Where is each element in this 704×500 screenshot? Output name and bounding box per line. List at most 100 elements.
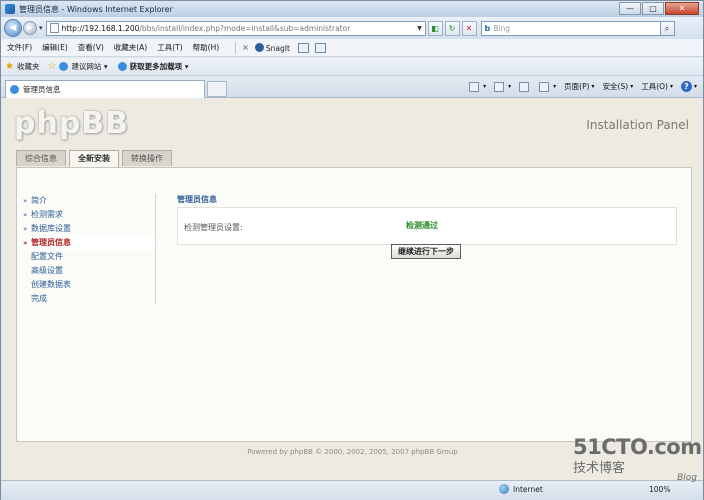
address-bar: ◀ ▶ ▾ http://192.168.1.200/bbs/install/i… <box>1 17 703 39</box>
mail-button[interactable] <box>519 81 531 92</box>
snagit-icon <box>254 42 264 52</box>
step-requirements[interactable]: 检测需求 <box>23 208 155 222</box>
suggested-sites[interactable]: 建议网站 ▾ <box>59 61 108 72</box>
refresh-icon[interactable]: ↻ <box>444 20 460 36</box>
step-config-file: 配置文件 <box>31 252 63 261</box>
ie-window: 管理员信息 - Windows Internet Explorer — □ ✕ … <box>0 0 704 500</box>
zoom-level[interactable]: 100% <box>649 485 670 494</box>
url-dropdown-icon[interactable]: ▼ <box>415 25 425 32</box>
menu-bar: 文件(F) 编辑(E) 查看(V) 收藏夹(A) 工具(T) 帮助(H) × S… <box>1 39 703 57</box>
help-icon: ? <box>680 81 692 92</box>
mail-icon <box>519 81 530 92</box>
status-bar: Internet 100% <box>1 480 703 500</box>
snagit-button[interactable]: SnagIt <box>254 42 290 53</box>
minimize-button[interactable]: — <box>619 2 641 15</box>
favorites-bar: ★ 收藏夹 ☆ 建议网站 ▾ 获取更多加载项 ▾ <box>1 58 703 76</box>
command-bar: ▾ ▾ ▾ 页面(P) ▾ 安全(S) ▾ 工具(O) ▾ ? ▾ <box>461 81 697 92</box>
help-menu[interactable]: ? ▾ <box>680 81 697 92</box>
home-button[interactable]: ▾ <box>469 81 486 92</box>
page-content: phpBB Installation Panel 综合信息 全新安装 转换操作 … <box>2 98 703 480</box>
menu-edit[interactable]: 编辑(E) <box>42 42 68 53</box>
tab-ie-icon <box>10 85 19 94</box>
globe-icon <box>499 484 509 494</box>
stop-icon[interactable]: ✕ <box>461 20 477 36</box>
suggested-sites-label: 建议网站 ▾ <box>71 62 108 71</box>
window-controls: — □ ✕ <box>618 2 699 15</box>
search-placeholder: Bing <box>493 23 510 33</box>
ie-icon <box>59 62 69 71</box>
install-nav-tabs: 综合信息 全新安装 转换操作 <box>16 150 175 167</box>
home-icon <box>469 81 480 92</box>
tab-row: 管理员信息 ▾ ▾ ▾ 页面(P) ▾ 安全(S) ▾ 工具(O) ▾ ? ▾ <box>1 77 703 98</box>
menu-favorites[interactable]: 收藏夹(A) <box>114 42 147 53</box>
tab-install[interactable]: 全新安装 <box>69 150 119 167</box>
continue-button[interactable]: 继续进行下一步 <box>391 244 461 259</box>
ie-icon <box>117 62 127 71</box>
forward-button[interactable]: ▶ <box>23 21 37 35</box>
print-icon <box>539 81 550 92</box>
url-host: http://192.168.1.200 <box>61 23 140 33</box>
favorites-button[interactable]: 收藏夹 <box>17 61 40 72</box>
tools-menu[interactable]: 工具(O) ▾ <box>641 81 673 92</box>
title-bar: 管理员信息 - Windows Internet Explorer — □ ✕ <box>1 1 703 17</box>
maximize-button[interactable]: □ <box>642 2 664 15</box>
history-dropdown-icon[interactable]: ▾ <box>39 24 43 32</box>
add-favorite-icon[interactable]: ☆ <box>47 61 56 72</box>
sidebar-divider <box>155 194 156 304</box>
search-input[interactable]: b Bing <box>480 20 661 36</box>
get-addons-label: 获取更多加载项 ▾ <box>129 62 189 71</box>
search-icon[interactable]: ⌕ <box>660 20 675 36</box>
menu-view[interactable]: 查看(V) <box>78 42 104 53</box>
section-title: 管理员信息 <box>177 195 217 204</box>
installation-panel-title: Installation Panel <box>586 118 689 132</box>
url-path: /bbs/install/index.php?mode=install&sub=… <box>139 23 351 33</box>
page-icon <box>49 23 59 33</box>
window-title: 管理员信息 - Windows Internet Explorer <box>19 4 173 14</box>
page-menu[interactable]: 页面(P) ▾ <box>564 81 594 92</box>
step-advanced: 高级设置 <box>31 266 63 275</box>
new-tab-button[interactable] <box>207 81 227 97</box>
bing-icon: b <box>484 23 491 33</box>
admin-check-label: 检测管理员设置: <box>184 223 243 232</box>
main-panel: 管理员信息 检测管理员设置: 检测通过 继续进行下一步 <box>177 194 677 259</box>
phpbb-logo[interactable]: phpBB <box>14 106 129 141</box>
tab-overview[interactable]: 综合信息 <box>16 150 66 166</box>
security-zone[interactable]: Internet <box>499 484 543 494</box>
snagit-label: SnagIt <box>265 43 290 53</box>
close-button[interactable]: ✕ <box>665 2 699 15</box>
safety-menu-label: 安全(S) <box>602 82 629 91</box>
page-menu-label: 页面(P) <box>564 82 590 91</box>
step-administrator[interactable]: 管理员信息 <box>23 236 155 250</box>
install-content-box: 简介 检测需求 数据库设置 管理员信息 配置文件 高级设置 创建数据表 完成 管… <box>16 167 692 442</box>
toolbar-close-icon[interactable]: × <box>242 43 249 52</box>
menu-tools[interactable]: 工具(T) <box>157 42 182 53</box>
step-database[interactable]: 数据库设置 <box>23 222 155 236</box>
step-intro[interactable]: 简介 <box>23 194 155 208</box>
favorites-star-icon[interactable]: ★ <box>5 61 14 72</box>
window-capture-icon[interactable] <box>314 42 326 53</box>
get-addons[interactable]: 获取更多加载项 ▾ <box>117 61 189 72</box>
tools-menu-label: 工具(O) <box>641 82 668 91</box>
admin-check-box: 检测管理员设置: 检测通过 <box>177 207 677 245</box>
menu-file[interactable]: 文件(F) <box>7 42 32 53</box>
safety-menu[interactable]: 安全(S) ▾ <box>603 81 634 92</box>
tab-title: 管理员信息 <box>23 85 61 94</box>
step-create-tables: 创建数据表 <box>31 280 71 289</box>
menu-separator <box>235 41 237 54</box>
zone-label: Internet <box>513 484 543 494</box>
ie-app-icon <box>5 4 15 14</box>
browser-tab-active[interactable]: 管理员信息 <box>5 80 205 98</box>
install-steps-sidebar: 简介 检测需求 数据库设置 管理员信息 配置文件 高级设置 创建数据表 完成 <box>23 194 155 306</box>
tab-convert[interactable]: 转换操作 <box>122 150 172 166</box>
capture-icon[interactable] <box>297 42 309 53</box>
compatibility-icon[interactable]: ◧ <box>427 20 443 36</box>
admin-check-result: 检测通过 <box>406 221 438 230</box>
step-final: 完成 <box>31 294 47 303</box>
back-button[interactable]: ◀ <box>4 19 22 37</box>
feeds-button[interactable]: ▾ <box>494 81 511 92</box>
url-input[interactable]: http://192.168.1.200/bbs/install/index.p… <box>45 20 426 36</box>
menu-help[interactable]: 帮助(H) <box>193 42 220 53</box>
print-button[interactable]: ▾ <box>539 81 556 92</box>
feeds-icon <box>494 81 505 92</box>
footer-copyright: Powered by phpBB © 2000, 2002, 2005, 200… <box>247 448 458 456</box>
